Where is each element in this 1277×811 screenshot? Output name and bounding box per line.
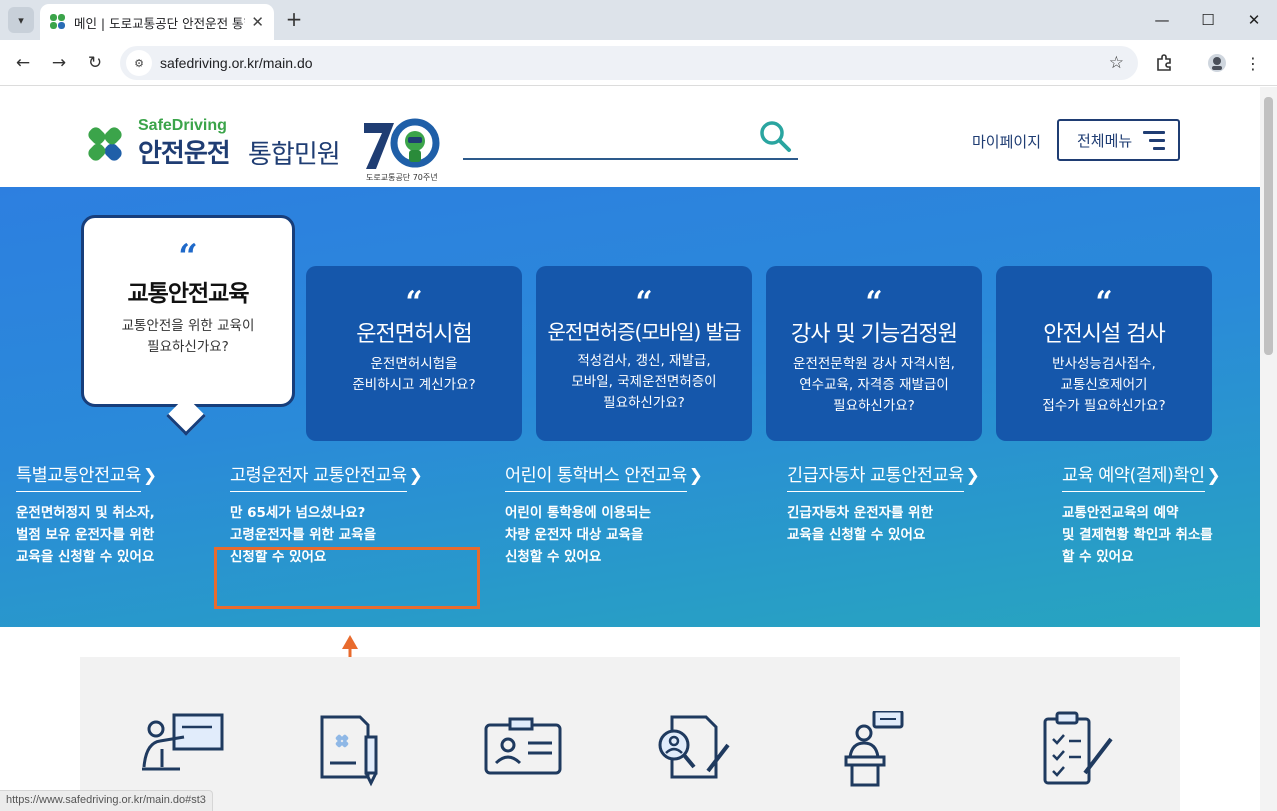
mypage-link[interactable]: 마이페이지 [972, 131, 1041, 152]
anniversary-text: 도로교통공단 70주년 [366, 173, 438, 182]
card-safety-facility-inspection[interactable]: “ 안전시설 검사 반사성능검사접수, 교통신호제어기 접수가 필요하신가요? [996, 266, 1212, 441]
chevron-right-icon: ❯ [688, 466, 703, 486]
browser-tab-active[interactable]: 메인 | 도로교통공단 안전운전 통합민원 ✕ [40, 4, 274, 40]
link-special-safety-education[interactable]: 특별교통안전교육 ❯ 운전면허정지 및 취소자, 벌점 보유 운전자를 위한 교육… [16, 462, 157, 568]
anniversary-70-emblem-icon [364, 118, 440, 169]
card-description: 반사성능검사접수, 교통신호제어기 접수가 필요하신가요? [1042, 356, 1166, 414]
browser-toolbar: ← → ↻ ⚙ safedriving.or.kr/main.do ☆ ⋮ [0, 40, 1277, 86]
link-description: 교통안전교육의 예약 및 결제현황 확인과 취소를 할 수 있어요 [1062, 505, 1213, 565]
hero-section: “ 교통안전교육 교통안전을 위한 교육이 필요하신가요? “ 운전면허시험 운… [0, 187, 1260, 693]
profile-avatar-icon[interactable] [1205, 51, 1229, 75]
card-title: 안전시설 검사 [1043, 322, 1165, 347]
extensions-puzzle-icon[interactable] [1152, 51, 1176, 75]
window-close-icon[interactable]: ✕ [1231, 0, 1277, 40]
maximize-icon[interactable]: ☐ [1185, 0, 1231, 40]
link-title[interactable]: 특별교통안전교육 [16, 462, 141, 492]
quote-mark-icon: “ [178, 237, 198, 277]
link-title[interactable]: 교육 예약(결제)확인 [1062, 462, 1205, 492]
quote-mark-icon: “ [405, 285, 423, 320]
link-description: 운전면허정지 및 취소자, 벌점 보유 운전자를 위한 교육을 신청할 수 있어… [16, 505, 155, 565]
link-school-bus-education[interactable]: 어린이 통학버스 안전교육 ❯ 어린이 통학용에 이용되는 차량 운전자 대상 교… [505, 462, 703, 568]
document-pen-icon[interactable] [310, 711, 396, 789]
forward-arrow-icon[interactable]: → [47, 51, 71, 75]
card-instructor-examiner[interactable]: “ 강사 및 기능검정원 운전전문학원 강사 자격시험, 연수교육, 자격증 재… [766, 266, 982, 441]
new-tab-plus-icon[interactable]: + [282, 7, 306, 31]
link-title[interactable]: 고령운전자 교통안전교육 [230, 462, 407, 492]
link-description: 긴급자동차 운전자를 위한 교육을 신청할 수 있어요 [787, 505, 934, 543]
link-title[interactable]: 긴급자동차 교통안전교육 [787, 462, 964, 492]
back-arrow-icon[interactable]: ← [11, 51, 35, 75]
bubble-description: 교통안전을 위한 교육이 필요하신가요? [121, 318, 255, 355]
url-text[interactable]: safedriving.or.kr/main.do [160, 55, 313, 71]
chevron-right-icon: ❯ [965, 466, 980, 486]
lecture-presentation-icon[interactable] [140, 711, 226, 789]
chevron-right-icon: ❯ [408, 466, 423, 486]
scrollbar-thumb[interactable] [1264, 97, 1273, 355]
site-logo[interactable]: SafeDriving 안전운전 통합민원 도로교통공단 70주년 [80, 117, 440, 182]
id-card-icon[interactable] [480, 711, 566, 789]
status-bar-url: https://www.safedriving.or.kr/main.do#st… [0, 790, 213, 811]
address-bar[interactable]: ⚙ safedriving.or.kr/main.do ☆ [120, 46, 1138, 80]
card-title: 강사 및 기능검정원 [791, 322, 958, 347]
traffic-safety-education-bubble[interactable]: “ 교통안전교육 교통안전을 위한 교육이 필요하신가요? [81, 215, 295, 407]
card-description: 운전전문학원 강사 자격시험, 연수교육, 자격증 재발급이 필요하신가요? [793, 356, 955, 414]
tab-list-chevron-icon[interactable]: ▾ [8, 7, 34, 33]
all-menu-button[interactable]: 전체메뉴 [1057, 119, 1180, 161]
quote-mark-icon: “ [865, 285, 883, 320]
bubble-title: 교통안전교육 [127, 281, 250, 307]
search-input[interactable] [463, 158, 798, 160]
card-description: 적성검사, 갱신, 재발급, 모바일, 국제운전면허증이 필요하신가요? [571, 353, 717, 411]
search-icon[interactable] [758, 119, 792, 153]
site-info-icon[interactable]: ⚙ [126, 50, 152, 76]
page-scrollbar[interactable] [1260, 87, 1277, 811]
annotation-highlight-box [214, 547, 480, 609]
tab-close-icon[interactable]: ✕ [251, 13, 264, 31]
logo-service-name: 통합민원 [248, 140, 341, 170]
card-driving-test[interactable]: “ 운전면허시험 운전면허시험을 준비하시고 계신가요? [306, 266, 522, 441]
chevron-right-icon: ❯ [142, 466, 158, 486]
service-icons-section [80, 657, 1180, 811]
logo-korean-name: 안전운전 [138, 139, 231, 169]
clover-logo-icon [88, 127, 122, 161]
link-title[interactable]: 어린이 통학버스 안전교육 [505, 462, 687, 492]
reload-icon[interactable]: ↻ [83, 51, 107, 75]
bookmark-star-icon[interactable]: ☆ [1109, 53, 1124, 73]
link-description: 어린이 통학용에 이용되는 차량 운전자 대상 교육을 신청할 수 있어요 [505, 505, 652, 565]
checklist-clipboard-icon[interactable] [1035, 711, 1121, 789]
inspection-magnifier-icon[interactable] [650, 711, 736, 789]
quote-mark-icon: “ [1095, 285, 1113, 320]
card-license-issuance[interactable]: “ 운전면허증(모바일) 발급 적성검사, 갱신, 재발급, 모바일, 국제운전… [536, 266, 752, 441]
card-title: 운전면허증(모바일) 발급 [547, 320, 742, 344]
quote-mark-icon: “ [635, 285, 653, 320]
page-content: SafeDriving 안전운전 통합민원 도로교통공단 70주년 마이페이지 … [0, 87, 1260, 811]
tab-title: 메인 | 도로교통공단 안전운전 통합민원 [73, 15, 245, 31]
browser-tabstrip: ▾ 메인 | 도로교통공단 안전운전 통합민원 ✕ + — ☐ ✕ [0, 0, 1277, 40]
speaker-podium-icon[interactable] [840, 711, 926, 789]
site-favicon-icon [50, 14, 66, 30]
all-menu-label: 전체메뉴 [1077, 131, 1133, 150]
card-title: 운전면허시험 [356, 322, 472, 347]
link-reservation-check[interactable]: 교육 예약(결제)확인 ❯ 교통안전교육의 예약 및 결제현황 확인과 취소를 할… [1062, 462, 1221, 568]
minimize-icon[interactable]: — [1139, 0, 1185, 40]
chevron-right-icon: ❯ [1206, 466, 1221, 486]
link-emergency-vehicle-education[interactable]: 긴급자동차 교통안전교육 ❯ 긴급자동차 운전자를 위한 교육을 신청할 수 있어… [787, 462, 980, 546]
card-description: 운전면허시험을 준비하시고 계신가요? [352, 356, 476, 393]
browser-menu-kebab-icon[interactable]: ⋮ [1241, 51, 1265, 75]
hamburger-menu-icon [1143, 131, 1165, 150]
